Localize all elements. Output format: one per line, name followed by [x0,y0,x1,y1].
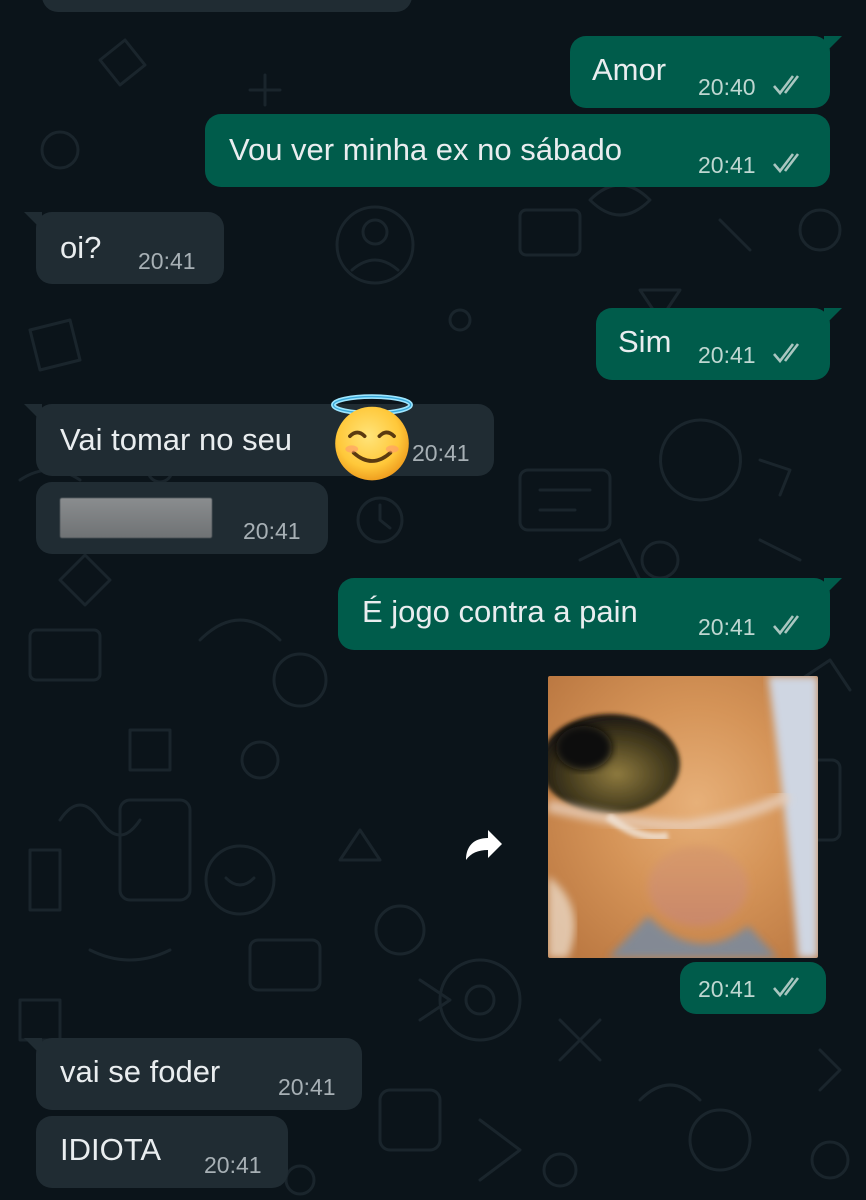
message-bubble-outgoing[interactable]: Sim 20:41 [596,308,842,380]
message-bubble-outgoing[interactable]: É jogo contra a pain 20:41 [338,578,842,650]
message-time: 20:41 [243,518,301,544]
redacted-content [60,498,212,538]
read-receipt-icon [773,977,800,998]
message-text: oi? [60,230,102,265]
read-receipt-icon [773,615,800,636]
message-bubble-incoming[interactable]: 20:41 [36,482,328,554]
message-text: Vou ver minha ex no sábado [229,132,622,167]
read-receipt-icon [773,75,800,96]
message-text: IDIOTA [60,1132,162,1167]
message-bubble-outgoing[interactable]: Amor 20:40 [570,36,842,108]
message-text: É jogo contra a pain [362,594,638,629]
message-time: 20:40 [698,74,756,100]
read-receipt-icon [773,153,800,174]
message-time: 20:41 [204,1152,262,1178]
message-bubble-incoming[interactable]: vai se foder 20:41 [24,1038,362,1110]
bubble-tail [824,578,842,596]
bubble-tail [824,308,842,326]
message-text: Vai tomar no seu [60,422,293,457]
message-bubble-incoming[interactable]: Vai tomar no seu 20:41 [24,404,494,476]
message-bubble-incoming[interactable]: IDIOTA 20:41 [36,1116,288,1188]
close-up-orange-cat-face-photo [548,676,818,958]
message-text: Sim [618,324,672,359]
bubble-tail [824,36,842,54]
message-time: 20:41 [698,152,756,178]
message-text: vai se foder [60,1054,221,1089]
read-receipt-icon [773,343,800,364]
message-time: 20:41 [278,1074,336,1100]
image-timestamp-bubble: 20:41 [680,962,826,1014]
message-time: 20:41 [412,440,470,466]
message-time: 20:41 [698,342,756,368]
message-text: Amor [592,52,667,87]
message-time: 20:41 [138,248,196,274]
image-message[interactable] [548,676,818,958]
smiling-face-with-halo-icon [331,394,413,481]
message-bubble-incoming[interactable]: oi? 20:41 [24,212,224,284]
message-bubble-outgoing[interactable]: Vou ver minha ex no sábado 20:41 [205,114,830,187]
forward-arrow-icon[interactable] [454,816,512,874]
bubble-tail [24,1038,42,1056]
bubble-tail [24,404,42,422]
partial-message-bubble [42,0,412,12]
message-time: 20:41 [698,614,756,640]
message-time: 20:41 [698,976,756,1002]
bubble-tail [24,212,42,230]
